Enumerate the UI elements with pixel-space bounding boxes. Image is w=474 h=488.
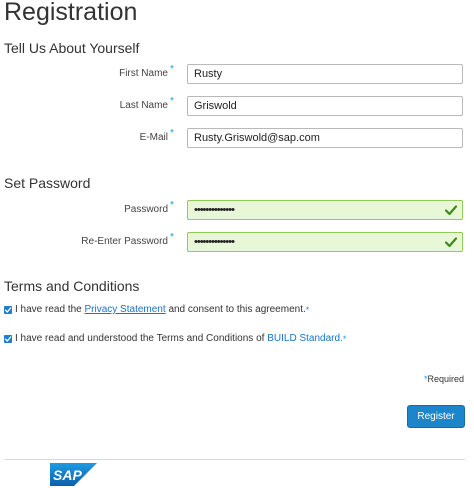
last-name-row: Last Name * (0, 96, 474, 118)
footer-divider (4, 459, 465, 460)
privacy-consent-row: I have read the Privacy Statement and co… (4, 304, 309, 315)
required-star: * (170, 200, 174, 211)
required-star: * (170, 128, 174, 139)
check-icon (444, 237, 458, 248)
password-label: Password (124, 204, 168, 215)
email-label: E-Mail (139, 132, 168, 143)
sap-logo-text: SAP (53, 467, 82, 483)
privacy-prefix-text: I have read the (15, 304, 82, 315)
section-title-password: Set Password (4, 175, 91, 191)
check-icon (444, 205, 458, 216)
password-mask: •••••••••••••• (194, 204, 235, 216)
required-star: * (170, 96, 174, 107)
password-row: Password * •••••••••••••• (0, 200, 474, 222)
privacy-suffix-text: and consent to this agreement. (168, 304, 306, 315)
required-star: * (305, 304, 310, 315)
checkmark-icon (4, 306, 12, 313)
last-name-field[interactable] (187, 96, 463, 116)
section-title-about: Tell Us About Yourself (4, 40, 140, 56)
last-name-label: Last Name (119, 100, 168, 111)
section-title-terms: Terms and Conditions (4, 278, 140, 294)
register-button[interactable]: Register (407, 405, 465, 428)
first-name-field[interactable] (187, 64, 463, 84)
required-label: Required (427, 374, 464, 384)
build-terms-row: I have read and understood the Terms and… (4, 333, 346, 344)
required-note: *Required (424, 374, 464, 384)
privacy-statement-link[interactable]: Privacy Statement (85, 304, 166, 315)
confirm-password-field[interactable]: •••••••••••••• (187, 232, 463, 252)
required-star: * (170, 64, 174, 75)
build-terms-prefix-text: I have read and understood the Terms and… (15, 333, 265, 344)
email-row: E-Mail * (0, 128, 474, 150)
privacy-checkbox[interactable] (4, 305, 12, 314)
confirm-password-mask: •••••••••••••• (194, 236, 235, 248)
first-name-row: First Name * (0, 64, 474, 86)
first-name-label: First Name (119, 68, 168, 79)
email-field[interactable] (187, 128, 463, 148)
page-title: Registration (4, 0, 138, 26)
build-terms-checkbox[interactable] (4, 334, 12, 343)
password-field[interactable]: •••••••••••••• (187, 200, 463, 220)
confirm-password-label: Re-Enter Password (81, 236, 168, 247)
confirm-password-row: Re-Enter Password * •••••••••••••• (0, 232, 474, 254)
build-standard-link[interactable]: BUILD Standard. (267, 333, 343, 344)
checkmark-icon (4, 335, 12, 342)
required-star: * (342, 333, 347, 344)
required-star: * (170, 232, 174, 243)
sap-logo: SAP (50, 463, 97, 486)
